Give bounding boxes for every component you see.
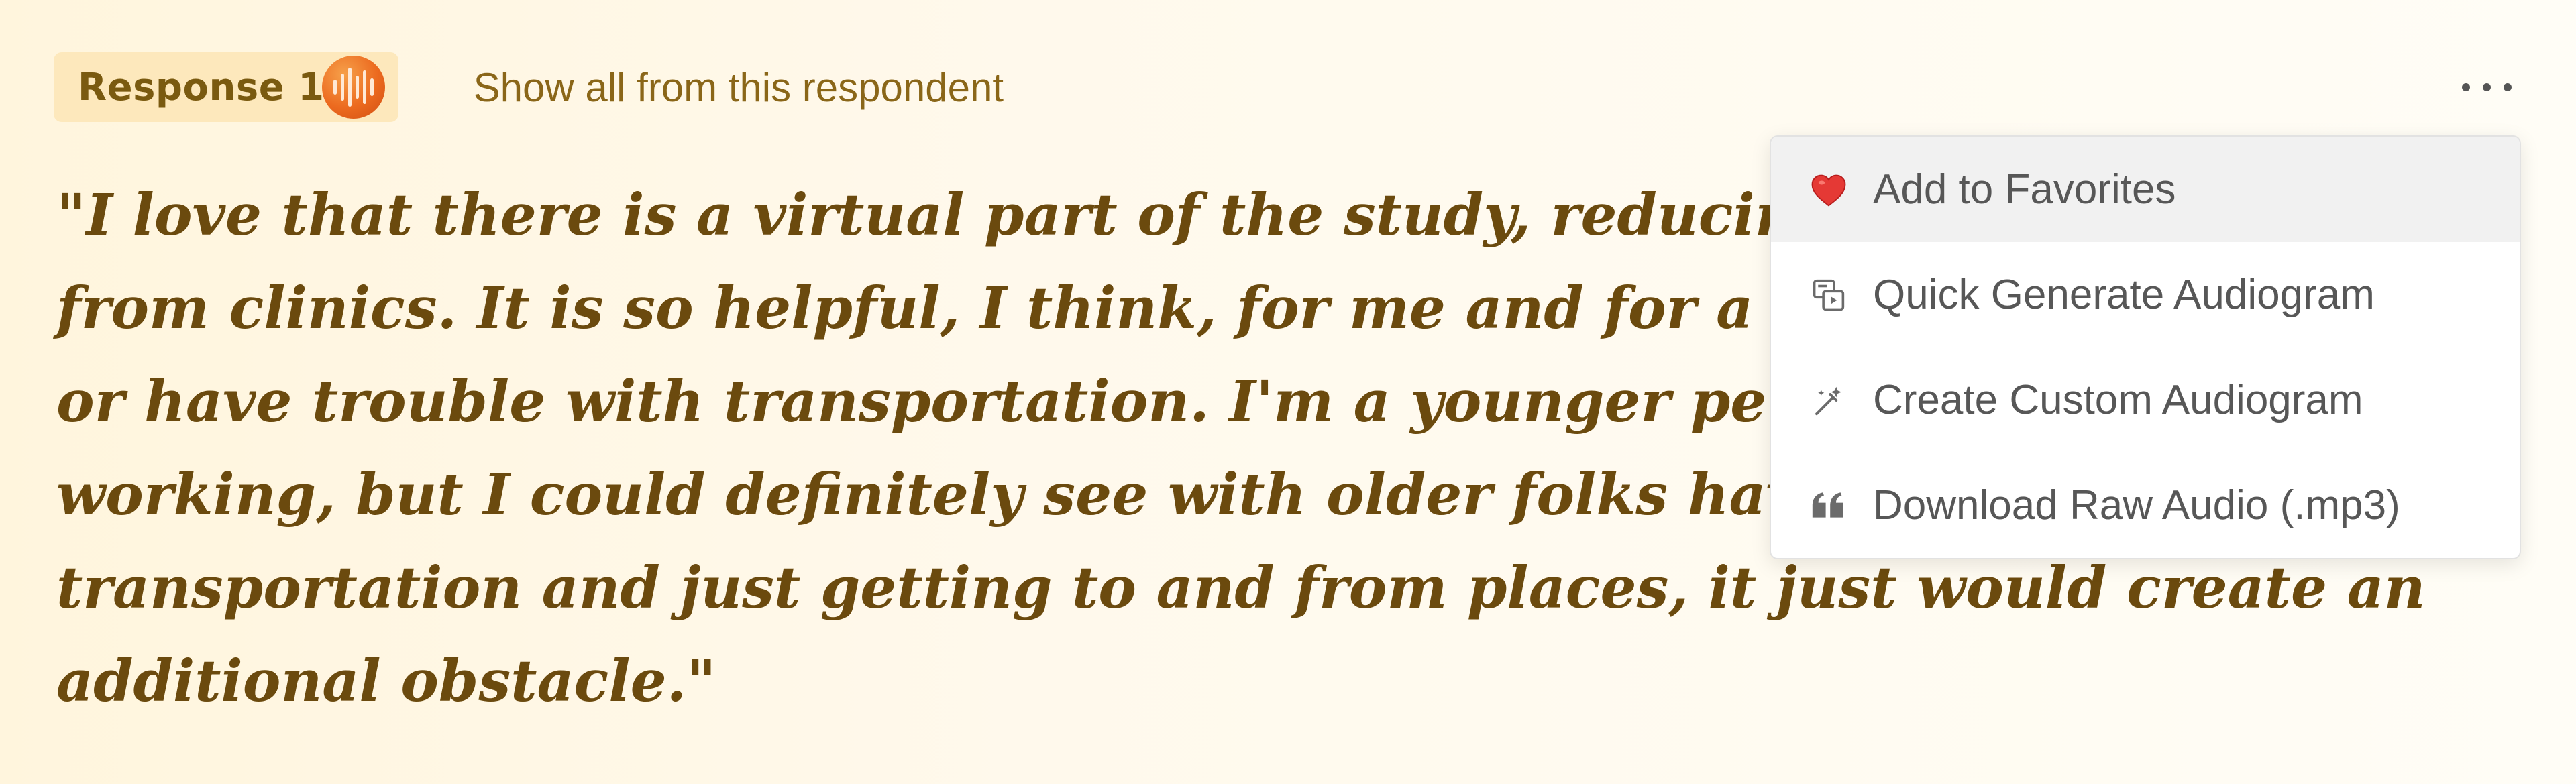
response-label: Response 1 [78,65,325,109]
menu-item-create-custom-audiogram[interactable]: Create Custom Audiogram [1771,347,2520,453]
quote-line: additional obstacle." [56,648,716,715]
menu-item-quick-generate-audiogram[interactable]: Quick Generate Audiogram [1771,242,2520,347]
menu-item-label: Quick Generate Audiogram [1873,272,2375,318]
quote-icon [1809,486,1849,526]
menu-item-label: Download Raw Audio (.mp3) [1873,482,2400,528]
more-horizontal-icon [2462,83,2470,91]
menu-item-label: Create Custom Audiogram [1873,377,2363,423]
heart-icon [1809,170,1849,210]
menu-item-label: Add to Favorites [1873,166,2176,213]
show-all-from-respondent-link[interactable]: Show all from this respondent [474,64,1004,111]
audio-waveform-icon[interactable] [322,56,385,119]
options-dropdown-menu: Add to Favorites Quick Generate Audiogra… [1770,135,2521,559]
magic-wand-icon [1809,380,1849,421]
menu-item-add-to-favorites[interactable]: Add to Favorites [1771,137,2520,242]
response-header: Response 1 Show all from this respondent [54,52,1004,122]
response-card: Response 1 Show all from this respondent… [0,0,2576,784]
audiogram-icon [1809,275,1849,315]
more-options-button[interactable] [2462,67,2512,107]
menu-item-download-raw-audio[interactable]: Download Raw Audio (.mp3) [1771,453,2520,558]
